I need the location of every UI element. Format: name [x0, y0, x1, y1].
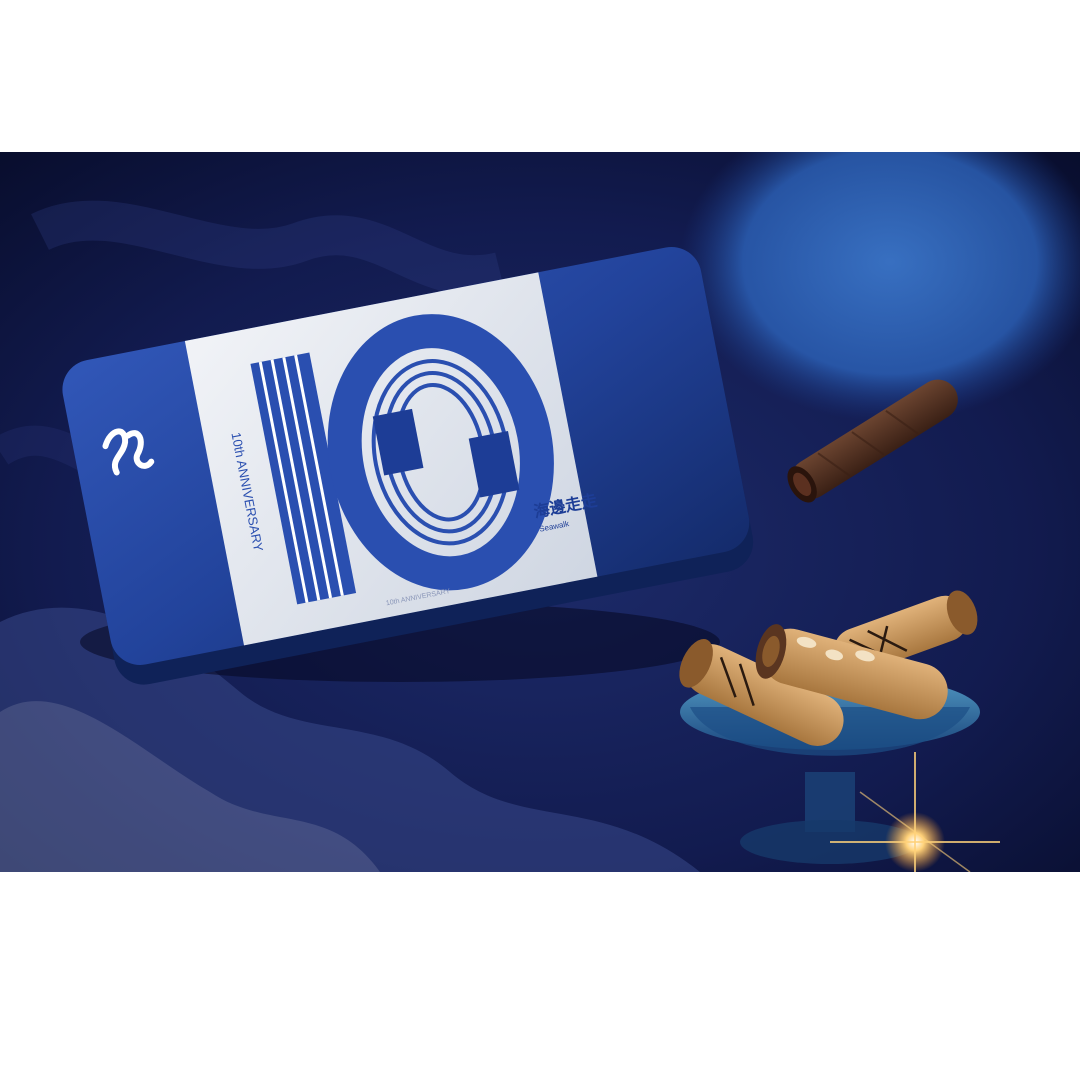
product-photo-illustration: 10th ANNIVERSARY 海邊走走 Seawalk 10th ANNIV…	[0, 152, 1080, 872]
product-photo: 10th ANNIVERSARY 海邊走走 Seawalk 10th ANNIV…	[0, 152, 1080, 872]
